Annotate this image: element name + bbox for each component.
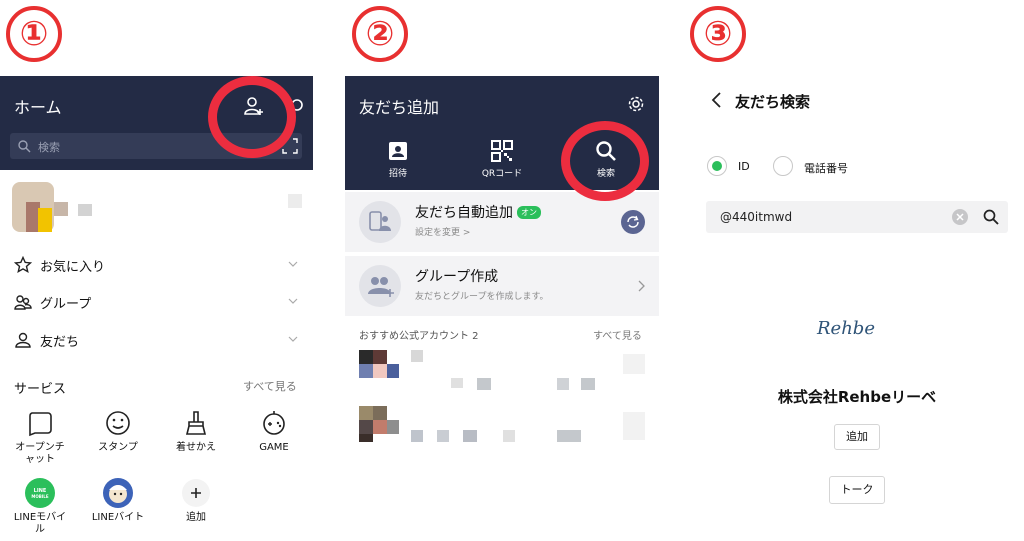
plus-icon [182, 479, 210, 507]
service-label: オープンチ [15, 442, 65, 453]
service-label: GAME [259, 442, 289, 453]
smile-icon [106, 411, 130, 435]
create-group-row[interactable]: グループ作成 友だちとグループを作成します。 [345, 256, 659, 316]
action-label: QRコード [481, 169, 523, 179]
group-icon [14, 295, 32, 310]
chevron-down-icon [288, 336, 298, 342]
blurred-name [54, 202, 68, 216]
company-name: 株式会社Rehbeリーベ [777, 388, 937, 406]
person-icon [15, 332, 31, 348]
qr-icon [491, 140, 513, 162]
game-icon [263, 411, 285, 435]
page-title: ホーム [14, 98, 62, 117]
row-label: 友だち [40, 335, 80, 350]
invite-button[interactable]: 招待 [358, 140, 438, 179]
annotation-circle-search [561, 121, 649, 201]
search-placeholder: 検索 [38, 141, 60, 154]
brush-icon [185, 411, 207, 435]
id-search-input[interactable]: @440itmwd [706, 201, 1008, 233]
radio-id-label: ID [738, 160, 750, 173]
search-value: @440itmwd [720, 210, 793, 224]
row-label: お気に入り [40, 260, 106, 275]
services-heading: サービス [14, 382, 67, 397]
status-badge: オン [517, 206, 541, 219]
row-favorites[interactable]: お気に入り [0, 246, 313, 284]
create-group-icon [359, 265, 401, 307]
auto-add-friends-row[interactable]: 友だち自動追加 オン 設定を変更 > [345, 192, 659, 252]
action-label: 招待 [388, 169, 407, 179]
add-button[interactable]: 追加 [834, 424, 880, 450]
recommended-heading: おすすめ公式アカウント 2 [359, 331, 479, 342]
clear-icon[interactable] [952, 209, 968, 225]
radio-phone[interactable] [773, 156, 793, 176]
radio-phone-label: 電話番号 [804, 162, 848, 175]
service-game[interactable]: GAME [238, 408, 310, 454]
step-number-2: ② [352, 6, 408, 62]
radio-id[interactable] [707, 156, 727, 176]
blurred-status [78, 204, 92, 216]
auto-add-icon [359, 201, 401, 243]
gear-icon[interactable] [627, 95, 645, 113]
row-label: グループ [40, 297, 92, 312]
service-label: スタンプ [98, 442, 138, 453]
qr-code-button[interactable]: QRコード [462, 140, 542, 179]
chevron-down-icon [288, 261, 298, 267]
chevron-down-icon [288, 298, 298, 304]
create-group-title: グループ作成 [415, 269, 499, 285]
service-add[interactable]: 追加 [160, 478, 232, 524]
invite-icon [389, 142, 407, 160]
page-title: 友だち検索 [735, 93, 811, 111]
step-number-1: ① [6, 6, 62, 62]
talk-button[interactable]: トーク [829, 476, 885, 504]
service-label: 追加 [186, 512, 206, 523]
star-icon [14, 256, 32, 274]
service-theme[interactable]: 着せかえ [160, 408, 232, 454]
refresh-icon[interactable] [621, 210, 645, 234]
service-openchat[interactable]: オープンチ ャット [4, 408, 76, 466]
back-arrow-icon[interactable] [710, 91, 722, 109]
chevron-right-icon [638, 280, 645, 292]
service-label-line2: ル [35, 524, 45, 535]
service-label: 着せかえ [176, 442, 216, 453]
row-groups[interactable]: グループ [0, 283, 313, 321]
create-group-subtitle: 友だちとグループを作成します。 [415, 292, 549, 302]
openchat-icon [29, 412, 52, 437]
svg-text:MOBILE: MOBILE [31, 494, 48, 499]
service-line-mobile[interactable]: LINE MOBILE LINEモバイ ル [4, 478, 76, 536]
annotation-circle-add-friend [208, 76, 296, 158]
avatar[interactable] [12, 182, 54, 232]
service-label-line2: ャット [25, 454, 55, 465]
line-baito-icon [103, 478, 133, 508]
panel-friend-search: 友だち検索 ID 電話番号 @440itmwd Rehbe 株式会社Rehbeリ… [690, 76, 1024, 541]
search-icon [18, 140, 31, 153]
auto-add-title: 友だち自動追加 [415, 205, 513, 221]
company-logo: Rehbe [817, 318, 875, 339]
service-label: LINEバイト [91, 512, 145, 523]
search-icon[interactable] [982, 208, 1000, 226]
service-line-baito[interactable]: LINEバイト [82, 478, 154, 524]
see-all-link[interactable]: すべて見る [243, 378, 297, 394]
line-mobile-icon: LINE MOBILE [25, 478, 55, 508]
row-friends[interactable]: 友だち [0, 321, 313, 359]
page-title: 友だち追加 [359, 98, 440, 117]
see-all-link[interactable]: すべて見る [593, 327, 642, 342]
auto-add-subtitle: 設定を変更 > [415, 228, 471, 238]
step-number-3: ③ [690, 6, 746, 62]
service-label: LINEモバイ [13, 512, 67, 523]
service-stamp[interactable]: スタンプ [82, 408, 154, 454]
blurred-icon [288, 194, 302, 208]
